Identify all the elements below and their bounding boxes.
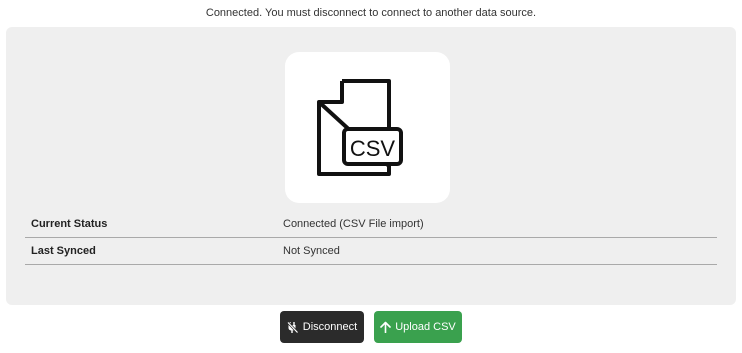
status-table: Current Status Connected (CSV File impor… [25, 211, 717, 265]
arrow-up-icon [380, 321, 392, 333]
upload-label: Upload CSV [395, 321, 456, 333]
csv-badge-text: CSV [350, 136, 396, 161]
status-label: Current Status [25, 211, 277, 238]
status-row-current-status: Current Status Connected (CSV File impor… [25, 211, 717, 238]
status-value: Connected (CSV File import) [277, 211, 717, 238]
status-label: Last Synced [25, 237, 277, 265]
data-source-panel: CSV Current Status Connected (CSV File i… [6, 27, 736, 305]
disconnect-button[interactable]: Disconnect [280, 311, 364, 343]
source-icon-card: CSV [285, 52, 450, 203]
connection-notice: Connected. You must disconnect to connec… [205, 7, 537, 19]
upload-csv-button[interactable]: Upload CSV [374, 311, 462, 343]
status-value: Not Synced [277, 237, 717, 265]
disconnect-label: Disconnect [302, 321, 358, 333]
status-row-last-synced: Last Synced Not Synced [25, 237, 717, 265]
unplug-icon [286, 321, 299, 333]
csv-file-icon: CSV [317, 79, 403, 176]
